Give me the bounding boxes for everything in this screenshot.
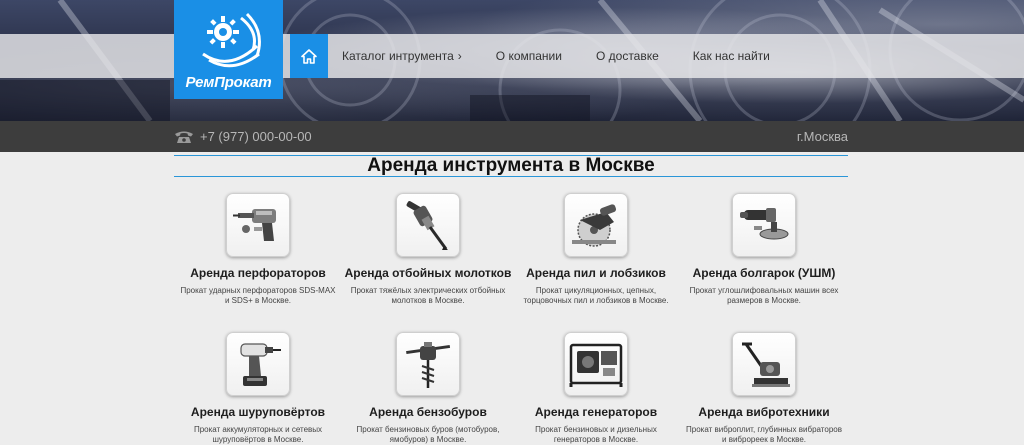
cordless-drill-icon [240,343,281,386]
card-title[interactable]: Аренда отбойных молотков [344,266,512,280]
page-title: Аренда инструмента в Москве [367,155,655,176]
card-description: Прокат ударных перфораторов SDS-MAX и SD… [180,286,336,305]
card-thumbnail[interactable] [396,193,460,257]
card-title[interactable]: Аренда вибротехники [680,405,848,419]
logo-text: РемПрокат [185,74,272,91]
main-menu: Каталог интрумента › О компании О достав… [342,34,804,78]
generator-icon [569,343,623,387]
plate-compactor-icon [742,342,790,387]
phone-contact[interactable]: +7 (977) 000-00-00 [174,121,312,152]
menu-item-catalog[interactable]: Каталог интрумента › [342,49,462,63]
category-card-generators[interactable]: Аренда генераторов Прокат бензиновых и д… [512,332,680,445]
card-description: Прокат виброплит, глубинных вибраторов и… [686,425,842,444]
card-thumbnail[interactable] [396,332,460,396]
category-card-grinders[interactable]: Аренда болгарок (УШМ) Прокат углошлифова… [680,193,848,306]
card-thumbnail[interactable] [732,193,796,257]
phone-number: +7 (977) 000-00-00 [200,129,312,144]
earth-auger-icon [406,342,451,388]
card-thumbnail[interactable] [226,193,290,257]
page-title-section: Аренда инструмента в Москве [174,155,848,177]
city-label: г.Москва [796,129,848,144]
angle-grinder-icon [740,208,789,240]
card-thumbnail[interactable] [732,332,796,396]
card-description: Прокат углошлифовальных машин всех разме… [689,286,839,305]
card-thumbnail[interactable] [226,332,290,396]
menu-item-catalog-label: Каталог интрумента [342,49,454,63]
card-title[interactable]: Аренда шуруповёртов [174,405,342,419]
card-title[interactable]: Аренда болгарок (УШМ) [680,266,848,280]
home-button[interactable] [290,34,328,78]
home-icon [301,48,317,64]
menu-item-about[interactable]: О компании [496,49,562,63]
rotary-hammer-icon [233,209,276,241]
card-title[interactable]: Аренда бензобуров [344,405,512,419]
card-title[interactable]: Аренда пил и лобзиков [512,266,680,280]
site-logo[interactable]: РемПрокат [174,0,283,99]
category-card-augers[interactable]: Аренда бензобуров Прокат бензиновых буро… [344,332,512,445]
card-title[interactable]: Аренда перфораторов [174,266,342,280]
phone-icon [175,131,193,143]
card-thumbnail[interactable] [564,332,628,396]
category-card-saws[interactable]: Аренда пил и лобзиков Прокат цикуляционн… [512,193,680,306]
category-card-jackhammers[interactable]: Аренда отбойных молотков Прокат тяжёлых … [344,193,512,306]
chevron-right-icon: › [457,49,462,63]
card-description: Прокат тяжёлых электрических отбойных мо… [350,286,506,305]
menu-item-delivery[interactable]: О доставке [596,49,659,63]
category-card-vibration[interactable]: Аренда вибротехники Прокат виброплит, гл… [680,332,848,445]
contact-bar: +7 (977) 000-00-00 г.Москва [0,121,1024,152]
circular-saw-icon [572,204,617,247]
menu-item-location[interactable]: Как нас найти [693,49,770,63]
card-description: Прокат бензиновых буров (мотобуров, ямоб… [356,425,500,444]
card-thumbnail[interactable] [564,193,628,257]
gear-logo-icon [201,12,261,68]
category-card-rotary-hammers[interactable]: Аренда перфораторов Прокат ударных перфо… [174,193,342,306]
card-description: Прокат бензиновых и дизельных генераторо… [535,425,657,444]
jackhammer-icon [406,201,448,250]
card-title[interactable]: Аренда генераторов [512,405,680,419]
category-card-screwdrivers[interactable]: Аренда шуруповёртов Прокат аккумуляторны… [174,332,342,445]
card-description: Прокат аккумуляторных и сетевых шуруповё… [193,425,323,444]
card-description: Прокат цикуляционных, цепных, торцовочны… [523,286,669,305]
